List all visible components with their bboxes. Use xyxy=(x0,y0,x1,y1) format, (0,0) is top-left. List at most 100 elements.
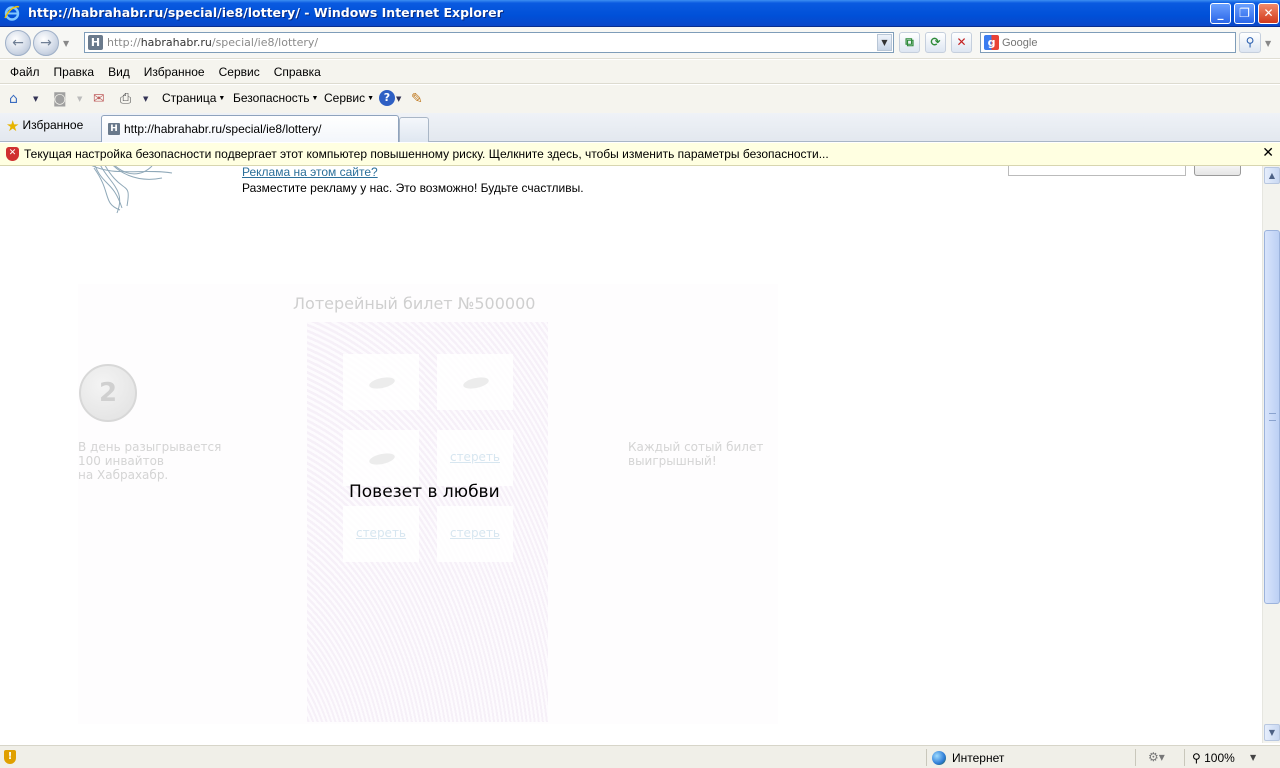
recent-pages-dropdown-icon[interactable]: ▼ xyxy=(63,39,69,48)
home-icon[interactable]: ⌂ xyxy=(9,90,18,108)
security-warning-icon[interactable]: ! xyxy=(4,750,16,764)
back-arrow-icon: ← xyxy=(12,35,24,51)
security-zone-label[interactable]: Интернет xyxy=(952,751,1004,765)
infobar-message[interactable]: Текущая настройка безопасности подвергае… xyxy=(24,147,829,161)
menu-bar: Файл Правка Вид Избранное Сервис Справка xyxy=(0,60,1280,84)
close-icon: ✕ xyxy=(1263,6,1274,20)
stop-icon: ✕ xyxy=(956,35,967,49)
scratch-cell xyxy=(437,354,513,410)
menu-file[interactable]: Файл xyxy=(3,61,47,83)
internet-zone-icon xyxy=(932,751,946,765)
mail-icon[interactable]: ✉ xyxy=(93,90,105,108)
tools-menu-button[interactable]: Сервис ▼ xyxy=(324,91,374,105)
security-dropdown-icon: ▼ xyxy=(311,95,319,103)
scratched-blob-icon xyxy=(368,375,396,391)
menu-edit[interactable]: Правка xyxy=(47,61,102,83)
minimize-button[interactable]: _ xyxy=(1210,3,1231,24)
status-divider xyxy=(926,749,927,766)
favorites-button[interactable]: ★ Избранное xyxy=(6,117,83,135)
research-icon[interactable]: ✎ xyxy=(411,90,423,108)
close-window-button[interactable]: ✕ xyxy=(1258,3,1279,24)
forward-arrow-icon: → xyxy=(40,35,52,51)
command-bar: ⌂ ▼ ◙ ▼ ✉ ⎙ ▼ Страница ▼ Безопасность ▼ Се… xyxy=(0,85,1280,113)
page-menu-button[interactable]: Страница ▼ xyxy=(162,91,225,105)
restore-icon: ❐ xyxy=(1239,6,1250,20)
erase-link[interactable]: стереть xyxy=(437,526,513,540)
security-infobar[interactable]: ✕ Текущая настройка безопасности подверг… xyxy=(0,143,1280,166)
search-box[interactable]: g xyxy=(980,32,1236,53)
ad-text: Разместите рекламу у нас. Это возможно! … xyxy=(242,181,584,195)
scroll-down-icon[interactable]: ▼ xyxy=(1264,724,1280,741)
site-favicon-icon: H xyxy=(88,35,103,50)
zoom-dropdown-icon[interactable]: ▼ xyxy=(1250,753,1256,762)
help-icon[interactable]: ? xyxy=(379,90,395,106)
address-dropdown-icon[interactable]: ▼ xyxy=(877,34,892,51)
forward-button[interactable]: → xyxy=(33,30,59,56)
scroll-grip-icon xyxy=(1269,413,1276,421)
lottery-ticket: стереть стереть стереть xyxy=(307,322,548,722)
ie-logo-icon xyxy=(4,6,20,21)
menu-help[interactable]: Справка xyxy=(267,61,328,83)
window-title: http://habrahabr.ru/special/ie8/lottery/… xyxy=(28,5,503,20)
ad-link[interactable]: Реклама на этом сайте? xyxy=(242,166,378,179)
address-url[interactable]: http://habrahabr.ru/special/ie8/lottery/ xyxy=(107,36,318,49)
page-dropdown-icon: ▼ xyxy=(218,95,226,103)
minimize-icon: _ xyxy=(1217,6,1224,20)
google-logo-icon: g xyxy=(984,35,999,50)
lottery-result-text: Повезет в любви xyxy=(349,482,500,502)
tools-dropdown-icon: ▼ xyxy=(367,95,375,103)
habrahabr-logo-icon xyxy=(91,166,173,214)
scratched-blob-icon xyxy=(462,375,490,391)
scroll-up-icon[interactable]: ▲ xyxy=(1264,167,1280,184)
status-bar: ! Интернет ⚙▾ ⚲ 100% ▼ xyxy=(0,745,1280,768)
new-tab-button[interactable] xyxy=(399,117,429,142)
protected-mode-icon[interactable]: ⚙▾ xyxy=(1148,750,1165,764)
feeds-dropdown-icon[interactable]: ▼ xyxy=(77,90,82,108)
feeds-icon[interactable]: ◙ xyxy=(53,90,67,108)
print-icon[interactable]: ⎙ xyxy=(120,90,131,108)
search-input[interactable] xyxy=(1002,34,1232,51)
star-icon: ★ xyxy=(6,118,20,135)
refresh-icon: ⟳ xyxy=(930,35,941,49)
stop-button[interactable]: ✕ xyxy=(951,32,972,53)
search-options-dropdown-icon[interactable]: ▼ xyxy=(1265,39,1271,48)
security-menu-button[interactable]: Безопасность ▼ xyxy=(233,91,318,105)
scratch-cell[interactable]: стереть xyxy=(437,430,513,486)
tab-lottery[interactable]: H http://habrahabr.ru/special/ie8/lotter… xyxy=(101,115,399,142)
menu-favorites[interactable]: Избранное xyxy=(137,61,212,83)
prize-info-text: В день разыгрывается 100 инвайтов на Хаб… xyxy=(78,440,222,482)
scratched-blob-icon xyxy=(368,451,396,467)
lottery-section: Лотерейный билет №500000 2 В день разыгр… xyxy=(78,284,778,724)
site-search-input[interactable] xyxy=(1008,166,1186,176)
scratch-cell[interactable]: стереть xyxy=(343,506,419,562)
menu-tools[interactable]: Сервис xyxy=(212,61,267,83)
window-titlebar: http://habrahabr.ru/special/ie8/lottery/… xyxy=(0,0,1280,27)
vertical-scrollbar[interactable]: ▲ ▼ xyxy=(1262,166,1280,743)
ticket-title: Лотерейный билет №500000 xyxy=(293,294,536,313)
erase-link[interactable]: стереть xyxy=(437,450,513,464)
address-bar[interactable]: H http://habrahabr.ru/special/ie8/lotter… xyxy=(84,32,894,53)
tab-label: http://habrahabr.ru/special/ie8/lottery/ xyxy=(124,122,322,136)
site-search-button[interactable] xyxy=(1194,166,1241,176)
search-button[interactable]: ⚲ xyxy=(1239,32,1261,53)
menu-view[interactable]: Вид xyxy=(101,61,137,83)
compatibility-view-button[interactable]: ⧉ xyxy=(899,32,920,53)
scratch-cell[interactable]: стереть xyxy=(437,506,513,562)
scratch-cell xyxy=(343,430,419,486)
home-dropdown-icon[interactable]: ▼ xyxy=(33,90,38,108)
restore-button[interactable]: ❐ xyxy=(1234,3,1255,24)
scroll-thumb[interactable] xyxy=(1264,230,1280,604)
zoom-level[interactable]: ⚲ 100% xyxy=(1192,751,1235,765)
coin-icon: 2 xyxy=(79,364,137,422)
navigation-bar: ← → ▼ H http://habrahabr.ru/special/ie8/… xyxy=(0,27,1280,59)
status-divider xyxy=(1135,749,1136,766)
help-dropdown-icon[interactable]: ▼ xyxy=(396,90,401,108)
refresh-button[interactable]: ⟳ xyxy=(925,32,946,53)
search-icon: ⚲ xyxy=(1245,35,1255,49)
page-content: Реклама на этом сайте? Разместите реклам… xyxy=(0,166,1262,741)
print-dropdown-icon[interactable]: ▼ xyxy=(143,90,148,108)
scratch-cell xyxy=(343,354,419,410)
back-button[interactable]: ← xyxy=(5,30,31,56)
infobar-close-icon[interactable]: ✕ xyxy=(1262,145,1274,161)
erase-link[interactable]: стереть xyxy=(343,526,419,540)
